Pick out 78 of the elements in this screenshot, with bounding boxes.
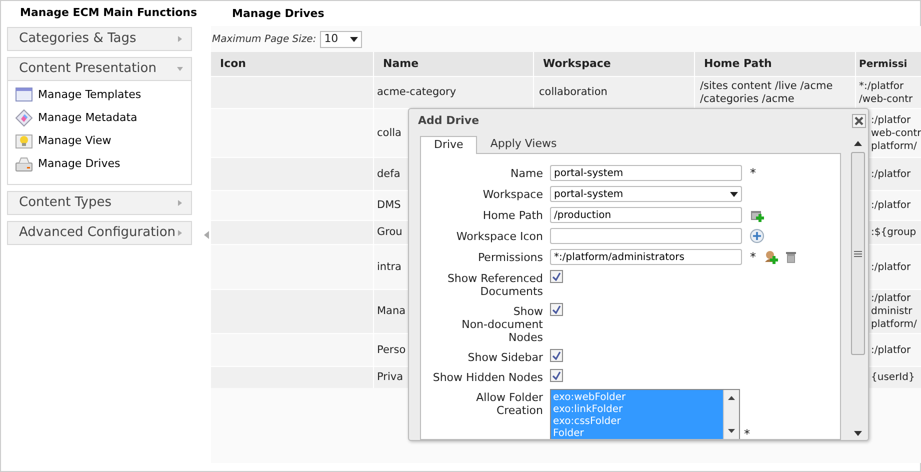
table-cell: intra	[377, 260, 402, 274]
table-cell: :/platfor	[871, 168, 911, 180]
folder-plus-icon[interactable]	[750, 208, 764, 222]
sidebar-section[interactable]: Content Presentation	[7, 57, 192, 81]
table-cell: Priva	[377, 371, 404, 384]
table-cell: defa	[377, 168, 400, 180]
scroll-thumb[interactable]	[851, 152, 865, 355]
close-icon[interactable]	[852, 114, 866, 128]
tab[interactable]: Drive	[420, 136, 478, 154]
user-add-icon[interactable]	[764, 250, 778, 264]
input-field[interactable]: portal-system	[550, 165, 742, 181]
table-cell: acme-category	[377, 86, 456, 99]
input-field[interactable]: /production	[550, 207, 742, 223]
sidebar-link[interactable]: Manage Templates	[38, 86, 142, 104]
input-field[interactable]	[550, 228, 742, 244]
checkbox[interactable]	[550, 369, 563, 382]
diamond-icon	[15, 109, 33, 127]
light-bulb-icon	[15, 132, 33, 150]
checkbox[interactable]	[550, 349, 563, 362]
scroll-down-icon[interactable]	[728, 429, 735, 433]
table-cell: colla	[377, 126, 402, 140]
table-cell: /sites content /live /acme /categories /acme	[700, 80, 833, 106]
table-cell: Perso	[377, 344, 406, 356]
field-label: Home Path	[482, 208, 543, 222]
table-cell: Mana	[377, 305, 406, 318]
field-label: Workspace Icon	[455, 229, 543, 243]
field-label: Name	[510, 166, 543, 180]
required-mark: *	[750, 167, 756, 179]
checkbox[interactable]	[550, 270, 563, 283]
checkbox[interactable]	[550, 303, 563, 316]
table-cell: DMS	[377, 199, 401, 212]
tab[interactable]: Apply Views	[477, 136, 570, 153]
table-cell: :/platfor web-contr platform/	[871, 114, 921, 152]
field-label: Workspace	[482, 187, 543, 201]
scroll-down-icon[interactable]	[854, 431, 862, 436]
field-label: Show Referenced Documents	[446, 271, 543, 298]
table-cell: {userId}	[871, 371, 915, 384]
window-icon	[15, 86, 33, 104]
page-size-select[interactable]: 10	[320, 30, 362, 48]
caret-down-icon	[177, 66, 183, 72]
table-cell: collaboration	[539, 86, 608, 99]
scroll-up-icon[interactable]	[854, 141, 862, 146]
sidebar-section[interactable]: Advanced Configuration	[7, 221, 192, 245]
sidebar-link[interactable]: Manage View	[38, 132, 112, 150]
required-mark: *	[750, 251, 756, 263]
field-label: Allow Folder Creation	[475, 390, 543, 417]
table-cell: :/platfor dministr platform/	[871, 292, 917, 331]
drive-icon	[15, 155, 33, 173]
sidebar-link[interactable]: Manage Metadata	[38, 110, 138, 126]
caret-right-icon	[177, 200, 183, 206]
grip-icon	[854, 250, 862, 256]
table-cell: :/platfor	[871, 344, 911, 356]
sidebar-section[interactable]: Categories & Tags	[7, 27, 192, 51]
table-cell: :${group	[871, 226, 916, 239]
workspace-select[interactable]: portal-system	[550, 186, 742, 202]
input-field[interactable]: *:/platform/administrators	[550, 249, 742, 265]
caret-right-icon	[177, 36, 183, 42]
field-label: Permissions	[476, 250, 543, 264]
dropdown-arrow-icon	[730, 192, 738, 196]
scroll-up-icon[interactable]	[728, 396, 735, 400]
add-circle-icon[interactable]	[750, 229, 764, 243]
table-cell: :/platfor	[871, 199, 911, 212]
page-size-label: Maximum Page Size:	[212, 32, 316, 46]
field-label: Show Hidden Nodes	[432, 370, 543, 384]
page-title: Manage Drives	[231, 6, 326, 22]
table-cell: :/platfor	[871, 260, 911, 274]
dialog-title: Add Drive	[418, 112, 480, 129]
table-cell: Grou	[377, 226, 402, 239]
caret-right-icon	[177, 230, 183, 236]
table-cell: *:/platfor /web-contr	[859, 80, 913, 106]
trash-icon[interactable]	[786, 251, 796, 263]
sidebar-link[interactable]: Manage Drives	[38, 156, 120, 172]
sidebar-title: Manage ECM Main Functions	[19, 5, 198, 21]
field-label: Show Sidebar	[466, 350, 543, 364]
required-mark: *	[744, 428, 750, 439]
dropdown-arrow-icon	[350, 36, 358, 42]
sidebar-section[interactable]: Content Types	[7, 191, 192, 215]
field-label: Show Non-document Nodes	[460, 304, 543, 344]
